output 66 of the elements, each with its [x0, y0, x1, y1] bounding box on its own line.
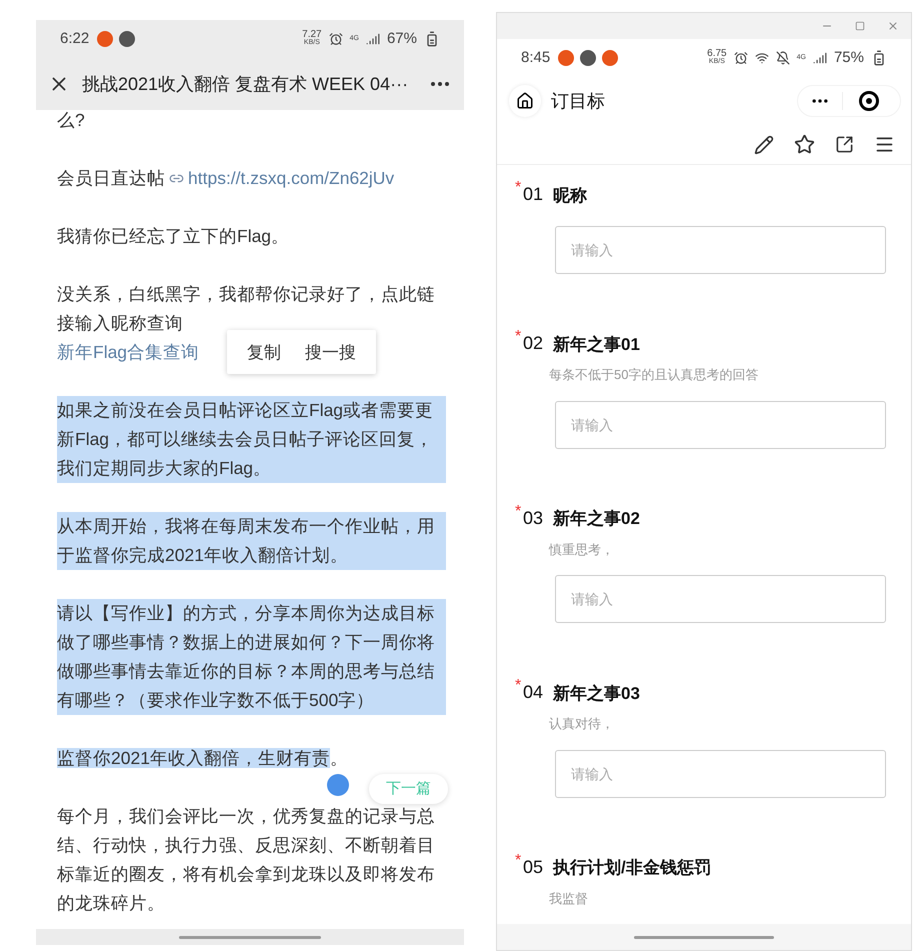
home-indicator[interactable] — [634, 936, 774, 938]
article-text: 会员日直达帖 — [57, 167, 165, 190]
app-notification-icon — [119, 31, 136, 47]
question-description: 我监督 — [549, 890, 588, 908]
app-notification-icon — [580, 50, 596, 66]
bell-off-icon — [776, 51, 790, 65]
question-title: 昵称 — [553, 184, 588, 206]
net-speed: 7.27 — [302, 31, 322, 39]
article-paragraph: 请以【写作业】的方式，分享本周你为达成目标做了哪些事情？数据上的进展如何？下一周你将做哪些事情去靠近你的目标？本周的思考与总结有哪些？（要求作业字数不低于500字） — [57, 599, 446, 715]
signal-icon — [366, 32, 380, 46]
article-paragraph: 我猜你已经忘了立下的Flag。 — [57, 225, 290, 248]
required-mark: * — [515, 502, 522, 520]
hotspot-icon — [754, 51, 769, 65]
article-paragraph: 如果之前没在会员日帖评论区立Flag或者需要更新Flag，都可以继续去会员日帖子评论区回复，我们定期同步大家的Flag。 — [57, 396, 446, 483]
alarm-icon — [734, 51, 748, 65]
app-notification-icon — [558, 50, 574, 66]
menu-item[interactable]: 搜一搜 — [295, 338, 366, 366]
question-description: 每条不低于50字的且认真思考的回答 — [549, 366, 758, 384]
article-title: 挑战2021收入翻倍 复盘有术 WEEK 04··· — [82, 72, 410, 96]
required-mark: * — [515, 328, 522, 345]
text-input-field[interactable]: 请输入 — [555, 400, 886, 448]
battery-percent: 75% — [834, 48, 864, 68]
question-description: 认真对待， — [549, 715, 614, 733]
required-mark: * — [515, 677, 522, 694]
article-paragraph: 么? — [57, 110, 86, 132]
required-mark: * — [515, 179, 522, 196]
question-number: 03 — [523, 506, 544, 530]
question-title: 新年之事03 — [553, 682, 640, 704]
text-input-field[interactable]: 请输入 — [555, 750, 886, 798]
article-paragraph: 没关系，白纸黑字，我都帮你记录好了，点此链接输入昵称查询 — [57, 283, 436, 335]
signal-icon — [812, 51, 827, 65]
page-title: 订目标 — [551, 90, 606, 112]
question-number: 04 — [523, 681, 544, 704]
maximize-icon[interactable] — [855, 21, 865, 31]
target-icon[interactable] — [859, 91, 879, 111]
question-title: 执行计划/非金钱惩罚 — [553, 857, 711, 879]
home-button[interactable] — [509, 85, 541, 117]
next-article-button[interactable]: 下一篇 — [369, 774, 448, 804]
question-title: 新年之事02 — [553, 508, 640, 530]
article-paragraph: 每个月，我们会评比一次，优秀复盘的记录与总结、行动快，执行力强、反思深刻、不断朝着目标靠近的圈友，将有机会拿到龙珠以及即将发布的龙珠碎片。 — [57, 805, 436, 915]
status-time: 8:45 — [521, 48, 550, 68]
question-number: 02 — [523, 332, 544, 355]
text-input-field[interactable]: 请输入 — [555, 226, 886, 274]
article-text: 。 — [330, 748, 348, 768]
alarm-icon — [328, 32, 343, 46]
app-notification-icon — [602, 50, 618, 66]
net-speed: 6.75 — [707, 50, 727, 58]
status-time: 6:22 — [60, 28, 90, 49]
question-title: 新年之事01 — [553, 334, 640, 356]
share-icon[interactable] — [835, 135, 854, 154]
app-notification-icon — [97, 31, 114, 47]
question-number: 01 — [523, 183, 544, 206]
battery-percent: 67% — [386, 28, 417, 49]
article-link[interactable]: 新年Flag合集查询 — [57, 338, 200, 367]
article-link[interactable]: https://t.zsxq.com/Zn62jUv — [188, 164, 394, 193]
question-description: 慎重思考， — [549, 540, 614, 558]
selection-handle-icon[interactable] — [327, 774, 349, 796]
star-icon[interactable] — [794, 134, 815, 155]
edit-icon[interactable] — [754, 134, 774, 154]
home-icon — [516, 92, 534, 110]
article-paragraph: 从本周开始，我将在每周末发布一个作业帖，用于监督你完成2021年收入翻倍计划。 — [57, 512, 446, 570]
required-mark: * — [515, 852, 522, 868]
text-input-field[interactable]: 请输入 — [555, 575, 886, 623]
menu-item[interactable]: 复制 — [237, 338, 291, 366]
question-number: 05 — [523, 856, 544, 878]
article-text: 监督你2021年收入翻倍，生财有责 — [57, 748, 330, 768]
